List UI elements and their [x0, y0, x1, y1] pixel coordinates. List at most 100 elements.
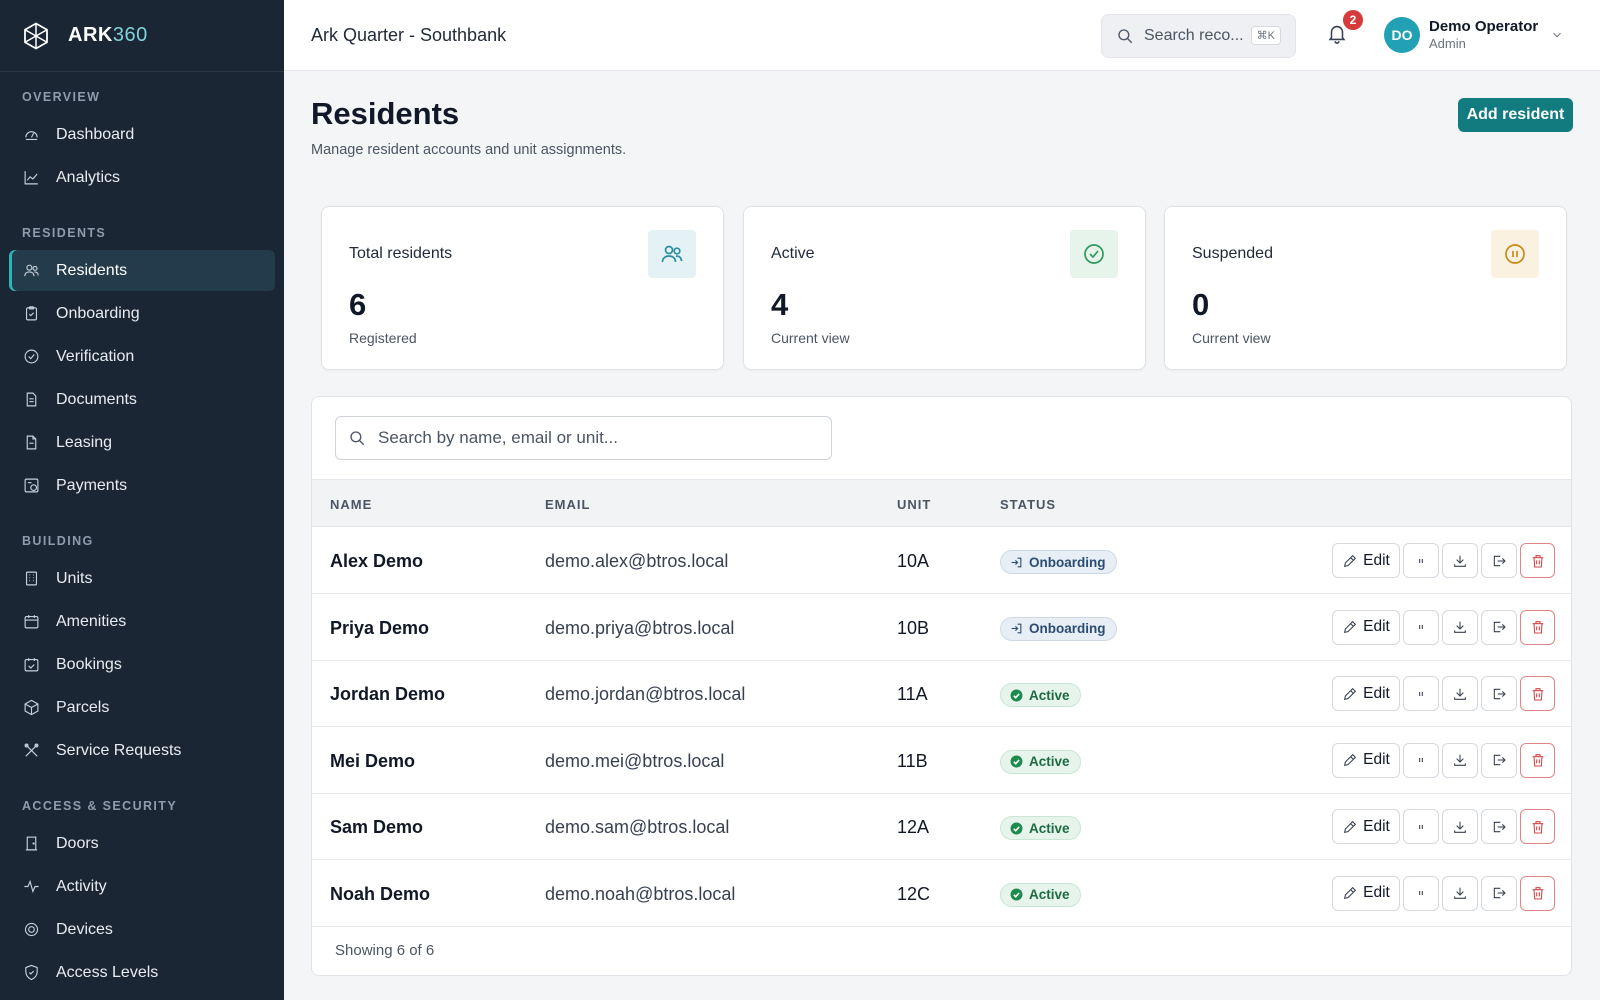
- resident-name[interactable]: Mei Demo: [330, 751, 415, 772]
- edit-button[interactable]: Edit: [1332, 676, 1400, 711]
- table-row[interactable]: Mei Demo demo.mei@btros.local 11B Active Edi…: [312, 728, 1571, 794]
- sidebar-item-onboarding[interactable]: Onboarding: [9, 293, 275, 334]
- move-out-button[interactable]: [1481, 543, 1517, 578]
- column-email[interactable]: EMAIL: [545, 497, 590, 512]
- table-row[interactable]: Noah Demo demo.noah@btros.local 12C Active E…: [312, 861, 1571, 927]
- resident-name[interactable]: Jordan Demo: [330, 684, 445, 705]
- sidebar-item-payments[interactable]: Payments: [9, 465, 275, 506]
- brand[interactable]: ARK360: [0, 0, 284, 72]
- global-search[interactable]: Search reco... ⌘K: [1101, 14, 1296, 58]
- status-badge: Active: [1000, 749, 1081, 774]
- edit-button[interactable]: Edit: [1332, 543, 1400, 578]
- suspend-button[interactable]: [1403, 609, 1439, 645]
- download-icon: [1454, 754, 1466, 766]
- table-search[interactable]: [335, 416, 832, 460]
- suspend-button[interactable]: [1403, 676, 1439, 711]
- table-row[interactable]: Sam Demo demo.sam@btros.local 12A Active Edi…: [312, 794, 1571, 860]
- sidebar-item-parcels[interactable]: Parcels: [9, 687, 275, 728]
- sidebar-item-dashboard[interactable]: Dashboard: [9, 114, 275, 155]
- user-role: Admin: [1429, 36, 1466, 51]
- delete-button[interactable]: [1520, 543, 1555, 578]
- table-row[interactable]: Jordan Demo demo.jordan@btros.local 11A Act…: [312, 661, 1571, 727]
- stat-value: 0: [1192, 287, 1210, 322]
- users-icon: [648, 230, 696, 278]
- edit-button[interactable]: Edit: [1332, 742, 1400, 778]
- residents-search-input[interactable]: [378, 428, 818, 448]
- sidebar-item-activity[interactable]: Activity: [9, 866, 275, 907]
- sidebar-item-amenities[interactable]: Amenities: [9, 601, 275, 642]
- edit-button[interactable]: Edit: [1332, 609, 1400, 645]
- stat-card-active: Active 4 Current view: [743, 206, 1146, 370]
- edit-button[interactable]: Edit: [1332, 875, 1400, 911]
- download-button[interactable]: [1442, 875, 1478, 911]
- column-unit[interactable]: UNIT: [897, 497, 931, 512]
- search-icon: [350, 431, 365, 446]
- stat-note: Current view: [771, 330, 850, 346]
- download-button[interactable]: [1442, 609, 1478, 645]
- move-out-button[interactable]: [1481, 875, 1517, 911]
- stat-note: Registered: [349, 330, 417, 346]
- user-name[interactable]: Demo Operator: [1429, 18, 1538, 35]
- suspend-button[interactable]: [1403, 543, 1439, 578]
- edit-button[interactable]: Edit: [1332, 809, 1400, 844]
- suspend-button[interactable]: [1403, 809, 1439, 844]
- add-resident-button[interactable]: Add resident: [1458, 98, 1573, 132]
- resident-name[interactable]: Sam Demo: [330, 817, 423, 838]
- resident-unit: 12C: [897, 883, 931, 904]
- sidebar-item-units[interactable]: Units: [9, 558, 275, 599]
- sidebar-item-leasing[interactable]: Leasing: [9, 422, 275, 463]
- pause-icon: [1419, 691, 1423, 696]
- delete-button[interactable]: [1520, 875, 1555, 911]
- move-out-button[interactable]: [1481, 609, 1517, 645]
- sidebar-item-service-requests[interactable]: Service Requests: [9, 730, 275, 771]
- edit-label: Edit: [1363, 751, 1390, 768]
- delete-button[interactable]: [1520, 676, 1555, 711]
- move-out-button[interactable]: [1481, 809, 1517, 844]
- download-button[interactable]: [1442, 543, 1478, 578]
- delete-button[interactable]: [1520, 609, 1555, 645]
- resident-name[interactable]: Alex Demo: [330, 551, 423, 572]
- status-text: Onboarding: [1029, 621, 1106, 636]
- resident-name[interactable]: Priya Demo: [330, 618, 429, 639]
- suspend-button[interactable]: [1403, 742, 1439, 778]
- edit-label: Edit: [1363, 817, 1390, 835]
- edit-label: Edit: [1363, 618, 1390, 635]
- column-status[interactable]: STATUS: [1000, 497, 1056, 512]
- move-out-button[interactable]: [1481, 742, 1517, 778]
- table-row[interactable]: Alex Demo demo.alex@btros.local 10A Onboard…: [312, 528, 1571, 594]
- status-text: Active: [1029, 687, 1070, 703]
- resident-unit: 10B: [897, 617, 930, 638]
- move-out-button[interactable]: [1481, 676, 1517, 711]
- column-name[interactable]: NAME: [330, 497, 372, 512]
- sidebar-item-label: Amenities: [56, 612, 127, 630]
- user-menu-chevron[interactable]: [1550, 28, 1564, 42]
- delete-button[interactable]: [1520, 809, 1555, 844]
- check-circle-icon: [1070, 230, 1118, 278]
- sidebar-item-label: Payments: [56, 476, 128, 494]
- download-button[interactable]: [1442, 676, 1478, 711]
- sidebar-item-devices[interactable]: Devices: [9, 909, 275, 950]
- sidebar-item-analytics[interactable]: Analytics: [9, 157, 275, 198]
- dashboard-icon: [22, 126, 40, 144]
- table-row[interactable]: Priya Demo demo.priya@btros.local 10B Onboa…: [312, 595, 1571, 661]
- download-button[interactable]: [1442, 742, 1478, 778]
- avatar[interactable]: DO: [1384, 17, 1420, 53]
- notification-badge: 2: [1343, 10, 1363, 30]
- trash-icon: [1532, 820, 1543, 834]
- sidebar-item-documents[interactable]: Documents: [9, 379, 275, 420]
- resident-unit: 12A: [897, 817, 930, 837]
- table-header: NAME EMAIL UNIT STATUS: [312, 479, 1571, 527]
- resident-name[interactable]: Noah Demo: [330, 884, 430, 905]
- delete-button[interactable]: [1520, 742, 1555, 778]
- download-button[interactable]: [1442, 809, 1478, 844]
- nav-section-overview: OVERVIEW Dashboard Analytics: [0, 82, 284, 198]
- sidebar-item-verification[interactable]: Verification: [9, 336, 275, 377]
- sidebar-item-residents[interactable]: Residents: [9, 250, 275, 291]
- suspend-button[interactable]: [1403, 875, 1439, 911]
- resident-email: demo.priya@btros.local: [545, 617, 735, 638]
- sidebar-item-doors[interactable]: Doors: [9, 823, 275, 864]
- download-icon: [1454, 555, 1466, 567]
- activity-icon: [22, 878, 40, 896]
- sidebar-item-access-levels[interactable]: Access Levels: [9, 952, 275, 993]
- sidebar-item-bookings[interactable]: Bookings: [9, 644, 275, 685]
